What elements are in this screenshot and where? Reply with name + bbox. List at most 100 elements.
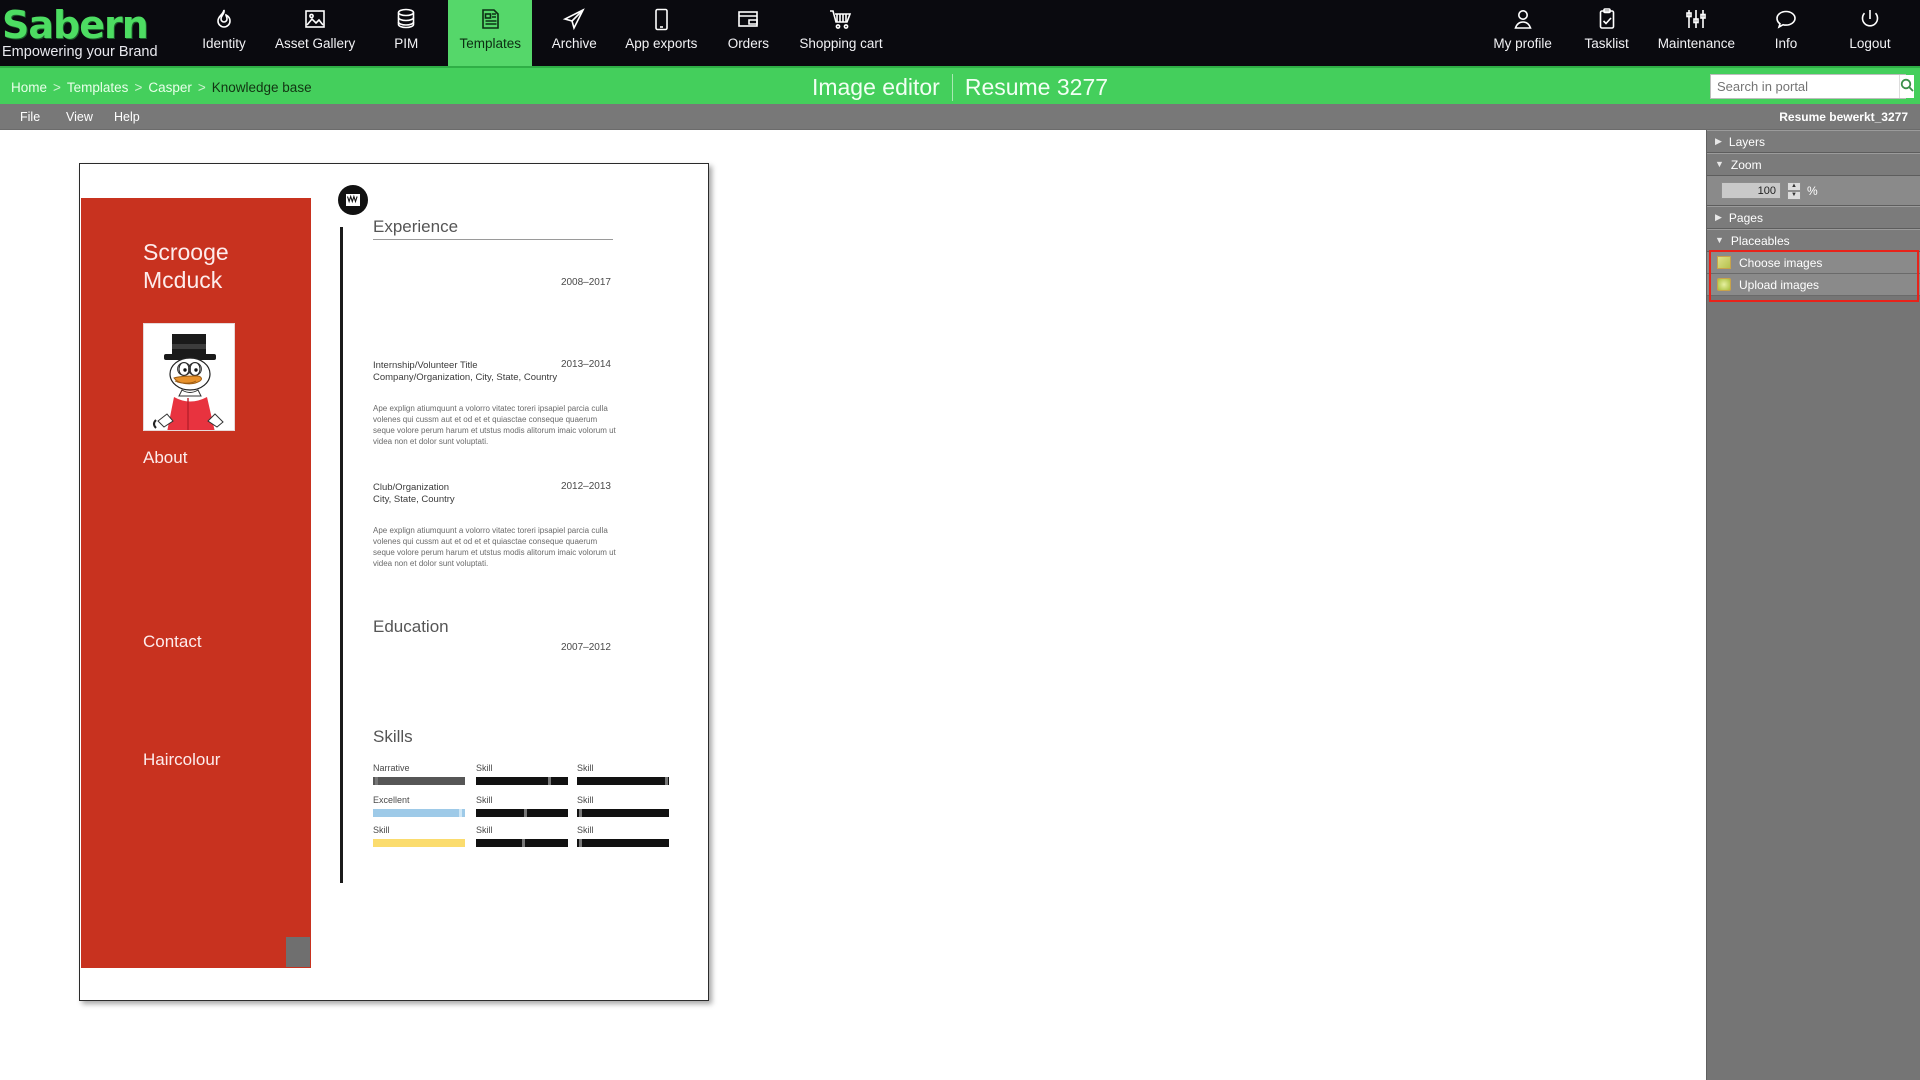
- resume-section-contact[interactable]: Contact: [143, 632, 202, 652]
- resume-experience-subtitle-3: City, State, Country: [373, 494, 455, 505]
- zoom-control-row: ▲ ▼ %: [1707, 176, 1920, 206]
- nav-item-logout[interactable]: Logout: [1828, 0, 1912, 66]
- panel-section-zoom[interactable]: ▼ Zoom: [1707, 153, 1920, 176]
- chevron-down-icon: ▼: [1715, 159, 1724, 169]
- nav-item-maintenance[interactable]: Maintenance: [1649, 0, 1744, 66]
- brand-logo[interactable]: Sabern Empowering your Brand: [0, 0, 182, 66]
- skill-bar[interactable]: [577, 809, 669, 817]
- zoom-input[interactable]: [1721, 182, 1781, 199]
- skill-bar[interactable]: [577, 777, 669, 785]
- skill-bar[interactable]: [476, 777, 568, 785]
- skill-bar[interactable]: [476, 809, 568, 817]
- cart-icon: [829, 6, 853, 32]
- menu-item-view[interactable]: View: [62, 104, 97, 130]
- breadcrumb-separator: >: [197, 79, 206, 95]
- power-icon: [1860, 6, 1880, 32]
- panel-section-label: Zoom: [1730, 157, 1762, 172]
- panel-section-label: Pages: [1728, 210, 1763, 225]
- nav-item-info[interactable]: Info: [1744, 0, 1828, 66]
- resume-experience-years-1: 2008–2017: [560, 277, 611, 288]
- document-name-label: Resume bewerkt_3277: [1779, 110, 1908, 124]
- resume-sidebar[interactable]: Scrooge Mcduck About Contact Haircolour: [81, 198, 311, 968]
- breadcrumb-item-casper[interactable]: Casper: [148, 80, 192, 95]
- breadcrumb: Home > Templates > Casper > Knowledge ba…: [10, 68, 313, 106]
- search-button[interactable]: [1899, 75, 1914, 98]
- clipboard-check-icon: [1598, 6, 1616, 32]
- nav-label: My profile: [1493, 36, 1552, 51]
- www-logo-icon: [346, 194, 360, 206]
- skill-label: Skill: [577, 795, 594, 805]
- panel-section-layers[interactable]: ▶ Layers: [1707, 130, 1920, 153]
- resume-heading-skills: Skills: [373, 727, 413, 746]
- breadcrumb-bar: Home > Templates > Casper > Knowledge ba…: [0, 66, 1920, 104]
- document-page[interactable]: Scrooge Mcduck About Contact Haircolour …: [79, 163, 709, 1001]
- search-input[interactable]: [1711, 75, 1899, 98]
- skill-bar[interactable]: [373, 777, 465, 785]
- resume-corner-block: [286, 937, 310, 967]
- resume-section-haircolour[interactable]: Haircolour: [143, 750, 220, 770]
- nav-item-archive[interactable]: Archive: [532, 0, 616, 66]
- skill-bar[interactable]: [373, 809, 465, 817]
- paper-plane-icon: [562, 6, 586, 32]
- skill-label: Skill: [476, 763, 493, 773]
- skill-bar[interactable]: [577, 839, 669, 847]
- skill-item: Excellent: [373, 795, 465, 817]
- image-icon: [304, 6, 326, 32]
- skill-item: Skill: [476, 795, 568, 817]
- resume-experience-text-3: Ape explign atiumquunt a volorro vitatec…: [373, 526, 616, 568]
- nav-item-app-exports[interactable]: App exports: [616, 0, 706, 66]
- user-icon: [1513, 6, 1533, 32]
- nav-item-pim[interactable]: PIM: [364, 0, 448, 66]
- top-navigation-bar: Sabern Empowering your Brand Identity As…: [0, 0, 1920, 66]
- editor-canvas[interactable]: Scrooge Mcduck About Contact Haircolour …: [0, 130, 1706, 1080]
- nav-item-identity[interactable]: Identity: [182, 0, 266, 66]
- resume-name-line1: Scrooge: [143, 239, 229, 265]
- resume-timeline-rule: [340, 227, 343, 883]
- zoom-stepper-down[interactable]: ▼: [1787, 190, 1801, 200]
- breadcrumb-item-templates[interactable]: Templates: [67, 80, 129, 95]
- chevron-down-icon: ▼: [1715, 235, 1724, 245]
- breadcrumb-item-home[interactable]: Home: [11, 80, 47, 95]
- breadcrumb-item-knowledge-base[interactable]: Knowledge base: [212, 80, 312, 95]
- skill-item: Skill: [577, 795, 669, 817]
- nav-label: Info: [1774, 36, 1798, 51]
- panel-section-pages[interactable]: ▶ Pages: [1707, 206, 1920, 229]
- skill-bar[interactable]: [373, 839, 465, 847]
- nav-item-asset-gallery[interactable]: Asset Gallery: [266, 0, 364, 66]
- resume-photo-placeable[interactable]: [143, 323, 235, 431]
- resume-experience-subtitle-2: Company/Organization, City, State, Count…: [373, 372, 558, 383]
- skill-item: Skill: [577, 825, 669, 847]
- chevron-right-icon: ▶: [1715, 136, 1722, 146]
- zoom-stepper-up[interactable]: ▲: [1787, 181, 1801, 191]
- panel-section-placeables[interactable]: ▼ Placeables: [1707, 229, 1920, 252]
- speech-bubble-icon: [1775, 6, 1797, 32]
- menu-item-help[interactable]: Help: [110, 104, 144, 130]
- nav-item-tasklist[interactable]: Tasklist: [1565, 0, 1649, 66]
- nav-item-my-profile[interactable]: My profile: [1481, 0, 1565, 66]
- nav-label: Maintenance: [1657, 36, 1735, 51]
- nav-item-templates[interactable]: Templates: [448, 0, 533, 66]
- skill-label: Skill: [577, 763, 594, 773]
- skill-item: Skill: [476, 825, 568, 847]
- resume-logo: [338, 185, 368, 215]
- resume-experience-years-3: 2012–2013: [560, 481, 611, 492]
- properties-panel: ▶ Layers ▼ Zoom ▲ ▼ % ▶ Pages ▼ Placeabl…: [1706, 130, 1920, 1080]
- resume-experience-title-3: Club/Organization: [373, 482, 450, 493]
- nav-label: Templates: [459, 36, 522, 51]
- menu-item-file[interactable]: File: [16, 104, 44, 130]
- nav-label: Shopping cart: [799, 36, 883, 51]
- resume-experience-text-2: Ape explign atiumquunt a volorro vitatec…: [373, 404, 616, 446]
- flame-icon: [214, 6, 234, 32]
- skill-label: Skill: [373, 825, 390, 835]
- panel-section-label: Placeables: [1730, 233, 1790, 248]
- skill-label: Skill: [577, 825, 594, 835]
- skill-bar[interactable]: [476, 839, 568, 847]
- brand-tagline: Empowering your Brand: [2, 43, 158, 60]
- resume-section-about[interactable]: About: [143, 448, 187, 468]
- nav-item-shopping-cart[interactable]: Shopping cart: [790, 0, 891, 66]
- skill-label: Skill: [476, 795, 493, 805]
- editor-menu-bar: File View Help Resume bewerkt_3277: [0, 104, 1920, 130]
- zoom-stepper[interactable]: ▲ ▼: [1787, 181, 1801, 200]
- nav-item-orders[interactable]: Orders: [706, 0, 790, 66]
